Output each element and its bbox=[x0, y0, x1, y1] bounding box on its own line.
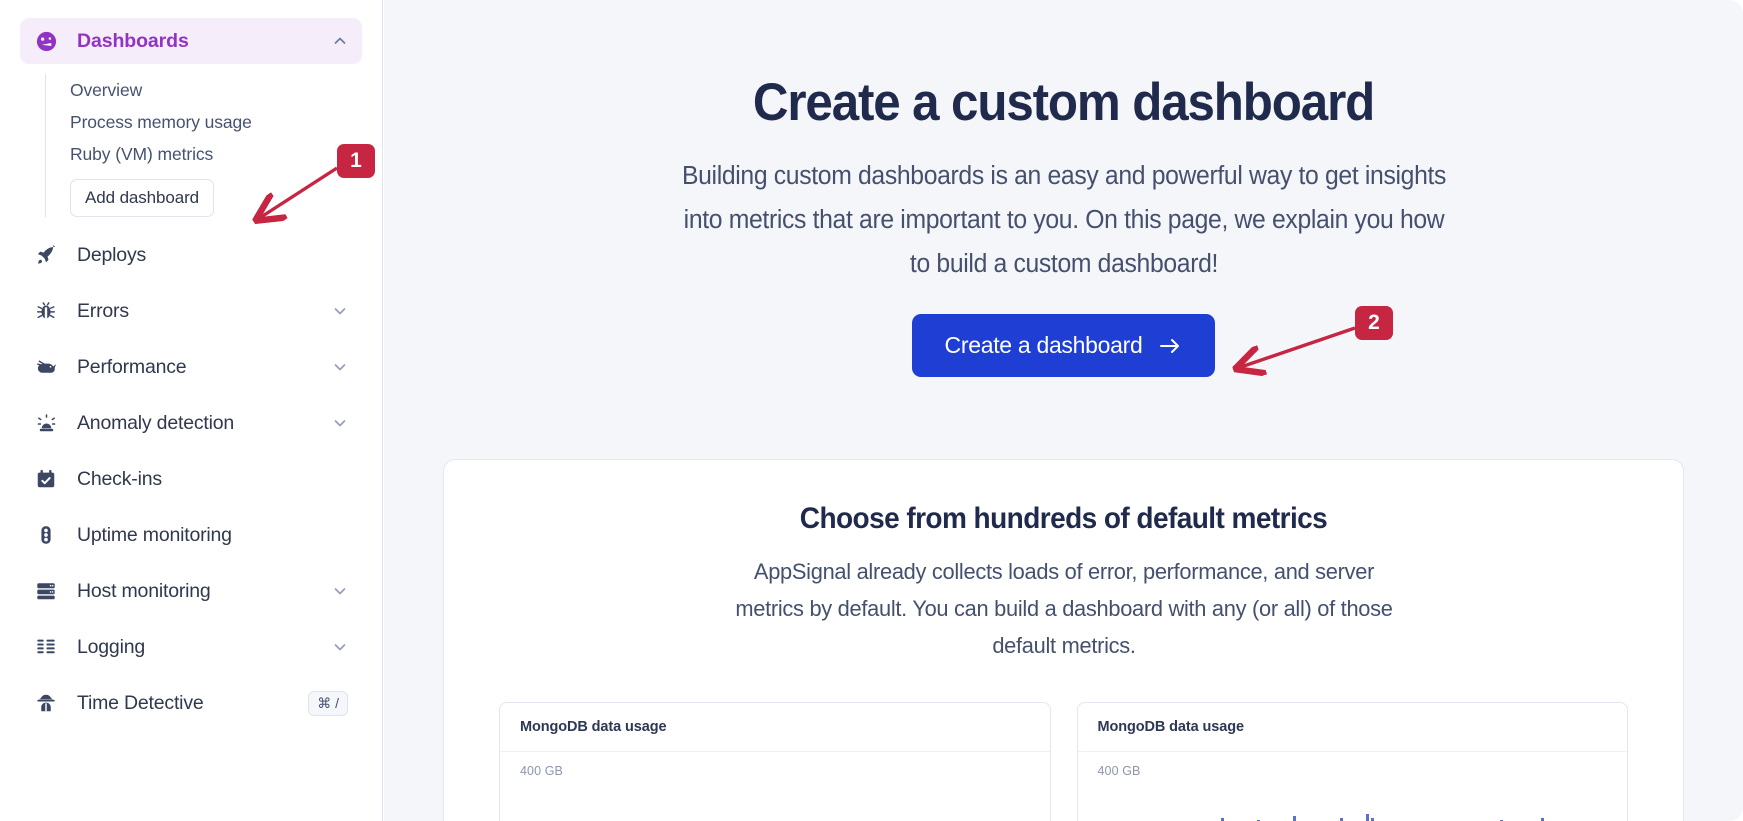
chevron-up-icon[interactable] bbox=[332, 33, 348, 49]
y-axis-tick-label: 400 GB bbox=[520, 764, 563, 778]
card-description: AppSignal already collects loads of erro… bbox=[734, 559, 1393, 658]
widget-mongodb-data-usage-chart[interactable]: MongoDB data usage 400 GB bbox=[1076, 702, 1628, 821]
create-dashboard-button[interactable]: Create a dashboard bbox=[911, 314, 1216, 378]
sparkline-bars bbox=[1098, 792, 1614, 821]
sidebar-item-deploys[interactable]: Deploys bbox=[20, 227, 362, 283]
page-title: Create a custom dashboard bbox=[752, 73, 1375, 132]
sidebar-item-time-detective[interactable]: Time Detective ⌘ / bbox=[20, 675, 362, 731]
sidebar-item-label: Host monitoring bbox=[77, 579, 211, 602]
widget-row: MongoDB data usage 400 GB MongoDB data u… bbox=[499, 702, 1628, 821]
sidebar-item-label: Time Detective bbox=[77, 691, 204, 714]
chevron-down-icon[interactable] bbox=[332, 583, 348, 599]
sidebar-subitem-process-memory-usage[interactable]: Process memory usage bbox=[70, 106, 382, 138]
sparkline-bar bbox=[1365, 814, 1369, 821]
hero-description: Building custom dashboards is an easy an… bbox=[681, 162, 1446, 279]
arrow-right-icon bbox=[1158, 336, 1182, 356]
main-content: Create a custom dashboard Building custo… bbox=[384, 0, 1743, 821]
app-window: Dashboards Overview Process memory usage… bbox=[0, 0, 1743, 821]
widget-title: MongoDB data usage bbox=[1077, 703, 1627, 752]
siren-icon bbox=[33, 410, 59, 436]
rocket-icon bbox=[33, 242, 59, 268]
sidebar-item-label: Uptime monitoring bbox=[77, 523, 232, 546]
sidebar-item-label: Performance bbox=[77, 355, 187, 378]
keyboard-shortcut-badge: ⌘ / bbox=[308, 690, 348, 716]
sidebar: Dashboards Overview Process memory usage… bbox=[0, 0, 383, 821]
default-metrics-card: Choose from hundreds of default metrics … bbox=[443, 459, 1684, 821]
chevron-down-icon[interactable] bbox=[332, 639, 348, 655]
widget-chart: 400 GB bbox=[500, 752, 1050, 821]
bug-icon bbox=[33, 298, 59, 324]
sidebar-item-label: Dashboards bbox=[77, 29, 189, 52]
y-axis-tick-label: 400 GB bbox=[1097, 764, 1141, 778]
sidebar-item-label: Errors bbox=[77, 299, 129, 322]
sidebar-item-label: Anomaly detection bbox=[77, 411, 235, 434]
sidebar-item-logging[interactable]: Logging bbox=[20, 619, 362, 675]
add-dashboard-button[interactable]: Add dashboard bbox=[70, 179, 215, 217]
chevron-down-icon[interactable] bbox=[332, 303, 348, 319]
sidebar-subitem-ruby-vm-metrics[interactable]: Ruby (VM) metrics bbox=[70, 138, 382, 170]
dashboards-subnav: Overview Process memory usage Ruby (VM) … bbox=[45, 74, 382, 217]
sidebar-item-check-ins[interactable]: Check-ins bbox=[20, 451, 362, 507]
widget-mongodb-data-usage-empty[interactable]: MongoDB data usage 400 GB bbox=[499, 702, 1051, 821]
sidebar-item-label: Logging bbox=[77, 635, 146, 658]
gauge-icon bbox=[33, 28, 59, 54]
sidebar-item-uptime-monitoring[interactable]: Uptime monitoring bbox=[20, 507, 362, 563]
sidebar-item-label: Check-ins bbox=[77, 467, 162, 490]
sidebar-item-anomaly-detection[interactable]: Anomaly detection bbox=[20, 395, 362, 451]
traffic-light-icon bbox=[33, 522, 59, 548]
sidebar-item-host-monitoring[interactable]: Host monitoring bbox=[20, 563, 362, 619]
server-icon bbox=[33, 578, 59, 604]
sidebar-item-performance[interactable]: Performance bbox=[20, 339, 362, 395]
card-title: Choose from hundreds of default metrics bbox=[799, 502, 1328, 535]
sparkline-bar bbox=[1293, 816, 1297, 821]
chevron-down-icon[interactable] bbox=[332, 359, 348, 375]
sidebar-item-dashboards[interactable]: Dashboards bbox=[20, 18, 362, 64]
widget-title: MongoDB data usage bbox=[500, 703, 1050, 752]
sidebar-item-label: Deploys bbox=[77, 243, 147, 266]
widget-chart: 400 GB bbox=[1078, 752, 1628, 821]
create-dashboard-label: Create a dashboard bbox=[944, 332, 1143, 359]
detective-icon bbox=[33, 690, 59, 716]
calendar-check-icon bbox=[33, 466, 59, 492]
hero-section: Create a custom dashboard Building custo… bbox=[384, 0, 1743, 378]
sidebar-subitem-overview[interactable]: Overview bbox=[70, 74, 382, 106]
rabbit-icon bbox=[33, 354, 59, 380]
sidebar-item-errors[interactable]: Errors bbox=[20, 283, 362, 339]
list-lines-icon bbox=[33, 634, 59, 660]
chevron-down-icon[interactable] bbox=[332, 415, 348, 431]
